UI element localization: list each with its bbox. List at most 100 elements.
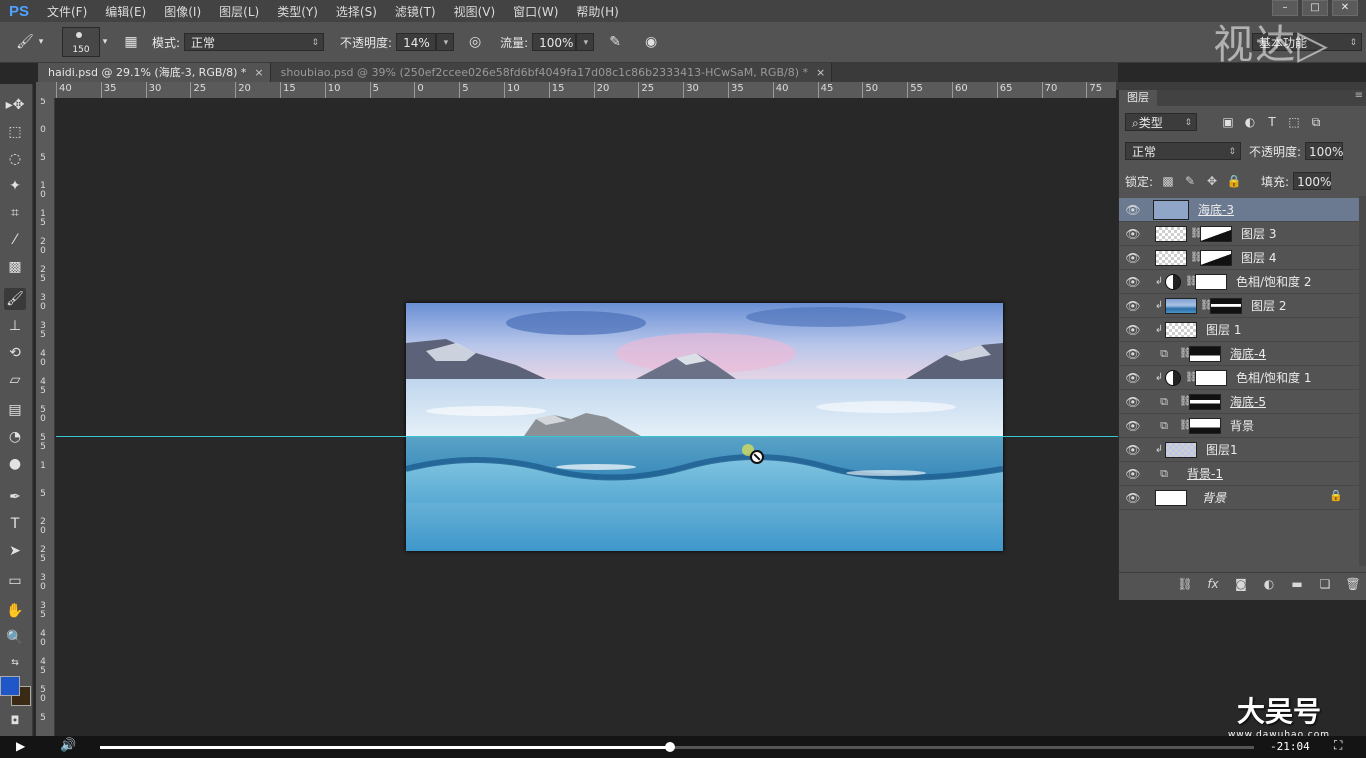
filter-shape-icon[interactable]: ⬚ (1283, 115, 1305, 129)
menu-layer[interactable]: 图层(L) (210, 3, 268, 20)
video-progress-bar[interactable] (100, 742, 1254, 752)
eye-icon[interactable]: 👁 (1119, 323, 1147, 337)
filter-adjustment-icon[interactable]: ◐ (1239, 115, 1261, 129)
eye-icon[interactable]: 👁 (1119, 275, 1147, 289)
flow-slider-button[interactable]: ▾ (576, 33, 595, 51)
layer-row[interactable]: 👁 ↲ ⛓ 色相/饱和度 2 (1119, 270, 1359, 294)
layer-style-icon[interactable]: fx (1199, 577, 1227, 591)
eye-icon[interactable]: 👁 (1119, 251, 1147, 265)
menu-select[interactable]: 选择(S) (327, 3, 386, 20)
layer-row[interactable]: 👁 背景 🔒 (1119, 486, 1359, 510)
layer-filter-select[interactable]: ⌕类型 ⇕ (1125, 113, 1197, 131)
eye-icon[interactable]: 👁 (1119, 395, 1147, 409)
foreground-color-swatch[interactable] (0, 676, 20, 696)
mode-select[interactable]: 正常 ⇕ (184, 33, 325, 51)
menu-filter[interactable]: 滤镜(T) (386, 3, 445, 20)
move-tool-icon[interactable]: ▸✥ (4, 94, 26, 116)
layer-row[interactable]: 👁 ⧉ ⛓ 背景 (1119, 414, 1359, 438)
lock-transparency-icon[interactable]: ▩ (1157, 174, 1179, 188)
document-image[interactable] (406, 303, 1003, 551)
filter-type-icon[interactable]: T (1261, 115, 1283, 129)
lock-all-icon[interactable]: 🔒 (1223, 174, 1245, 188)
marquee-tool-icon[interactable]: ⬚ (4, 121, 26, 143)
path-selection-tool-icon[interactable]: ➤ (4, 540, 26, 562)
volume-icon[interactable]: 🔊 (60, 738, 76, 753)
layer-row[interactable]: 👁 ↲ ⛓ 图层 2 (1119, 294, 1359, 318)
menu-view[interactable]: 视图(V) (445, 3, 505, 20)
new-adjustment-icon[interactable]: ◐ (1255, 577, 1283, 591)
play-icon[interactable]: ▶ (16, 739, 25, 753)
lock-pixels-icon[interactable]: ✎ (1179, 174, 1201, 188)
pressure-opacity-icon[interactable]: ◎ (464, 31, 486, 53)
close-button[interactable]: ✕ (1332, 0, 1358, 16)
type-tool-icon[interactable]: T (4, 513, 26, 535)
layer-row[interactable]: 👁 ⧉ ⛓ 海底-4 (1119, 342, 1359, 366)
lasso-tool-icon[interactable]: ◌ (4, 148, 26, 170)
chevron-down-icon[interactable]: ▾ (100, 31, 110, 53)
layer-row[interactable]: 👁 ⧉ ⛓ 海底-5 (1119, 390, 1359, 414)
eye-icon[interactable]: 👁 (1119, 371, 1147, 385)
layer-opacity-input[interactable]: 100% (1305, 142, 1343, 160)
dodge-tool-icon[interactable]: ● (4, 453, 26, 475)
close-icon[interactable]: × (254, 66, 263, 79)
brush-size-picker[interactable]: 150 (62, 27, 100, 57)
menu-help[interactable]: 帮助(H) (567, 3, 627, 20)
panel-menu-icon[interactable]: ≡ (1355, 90, 1363, 101)
hand-tool-icon[interactable]: ✋ (4, 600, 26, 622)
chevron-down-icon[interactable]: ▾ (36, 31, 46, 53)
layer-row[interactable]: 👁 ⛓ 图层 3 (1119, 222, 1359, 246)
lock-position-icon[interactable]: ✥ (1201, 174, 1223, 188)
add-mask-icon[interactable]: ◙ (1227, 577, 1255, 591)
menu-type[interactable]: 类型(Y) (268, 3, 327, 20)
zoom-tool-icon[interactable]: 🔍 (4, 627, 26, 649)
rectangle-tool-icon[interactable]: ▭ (4, 570, 26, 592)
opacity-input[interactable]: 14% (396, 33, 437, 51)
vertical-ruler[interactable]: 5 0 5 1 0 1 5 2 0 2 5 3 0 3 5 4 0 4 5 5 0 5 5 1 5 2 0 2 … (36, 98, 55, 738)
airbrush-icon[interactable]: ✎ (604, 31, 626, 53)
delete-layer-icon[interactable]: 🗑 (1339, 577, 1366, 591)
brush-tool-icon[interactable]: 🖌 (4, 288, 26, 310)
layer-row[interactable]: 👁 海底-3 (1119, 198, 1359, 222)
layer-row[interactable]: 👁 ↲ 图层 1 (1119, 318, 1359, 342)
eyedropper-tool-icon[interactable]: ⁄ (4, 229, 26, 251)
horizontal-ruler[interactable]: 40 35 30 25 20 15 10 5 0 5 10 15 20 25 30 35 40 45 50 55 60 6… (56, 82, 1116, 99)
eye-icon[interactable]: 👁 (1119, 491, 1147, 505)
menu-image[interactable]: 图像(I) (155, 3, 210, 20)
horizontal-guide-line[interactable] (56, 436, 1118, 437)
menu-edit[interactable]: 编辑(E) (96, 3, 155, 20)
tab-shoubiao[interactable]: shoubiao.psd @ 39% (250ef2ccee026e58fd6b… (270, 63, 833, 82)
fullscreen-icon[interactable]: ⛶ (1334, 738, 1342, 753)
flow-input[interactable]: 100% (532, 33, 577, 51)
eye-icon[interactable]: 👁 (1119, 467, 1147, 481)
layers-scrollbar[interactable] (1359, 196, 1366, 566)
eye-icon[interactable]: 👁 (1119, 443, 1147, 457)
swap-colors-icon[interactable]: ⇆ (4, 652, 26, 674)
blend-mode-select[interactable]: 正常 ⇕ (1125, 142, 1241, 160)
opacity-slider-button[interactable]: ▾ (436, 33, 455, 51)
pressure-size-icon[interactable]: ◉ (640, 31, 662, 53)
close-icon[interactable]: × (816, 66, 825, 79)
progress-handle[interactable] (665, 742, 676, 752)
eye-icon[interactable]: 👁 (1119, 203, 1147, 217)
crop-tool-icon[interactable]: ⌗ (4, 202, 26, 224)
pen-tool-icon[interactable]: ✒ (4, 486, 26, 508)
filter-smart-object-icon[interactable]: ⧉ (1305, 115, 1327, 130)
quick-mask-icon[interactable]: ◘ (4, 710, 26, 732)
ruler-origin[interactable] (36, 82, 56, 98)
magic-wand-tool-icon[interactable]: ✦ (4, 175, 26, 197)
eye-icon[interactable]: 👁 (1119, 419, 1147, 433)
menu-file[interactable]: 文件(F) (38, 3, 96, 20)
menu-window[interactable]: 窗口(W) (504, 3, 567, 20)
new-layer-icon[interactable]: ❏ (1311, 577, 1339, 591)
brush-tool-preset-icon[interactable]: 🖌 (14, 31, 36, 53)
history-brush-tool-icon[interactable]: ⟲ (4, 342, 26, 364)
healing-brush-tool-icon[interactable]: ▩ (4, 256, 26, 278)
gradient-tool-icon[interactable]: ▤ (4, 399, 26, 421)
eye-icon[interactable]: 👁 (1119, 227, 1147, 241)
blur-tool-icon[interactable]: ◔ (4, 426, 26, 448)
layers-tab[interactable]: 图层 (1119, 90, 1157, 106)
brush-panel-toggle-icon[interactable]: ▦ (120, 31, 142, 53)
layer-row[interactable]: 👁 ⧉ 背景-1 (1119, 462, 1359, 486)
filter-pixel-icon[interactable]: ▣ (1217, 115, 1239, 129)
clone-stamp-tool-icon[interactable]: ⊥ (4, 315, 26, 337)
